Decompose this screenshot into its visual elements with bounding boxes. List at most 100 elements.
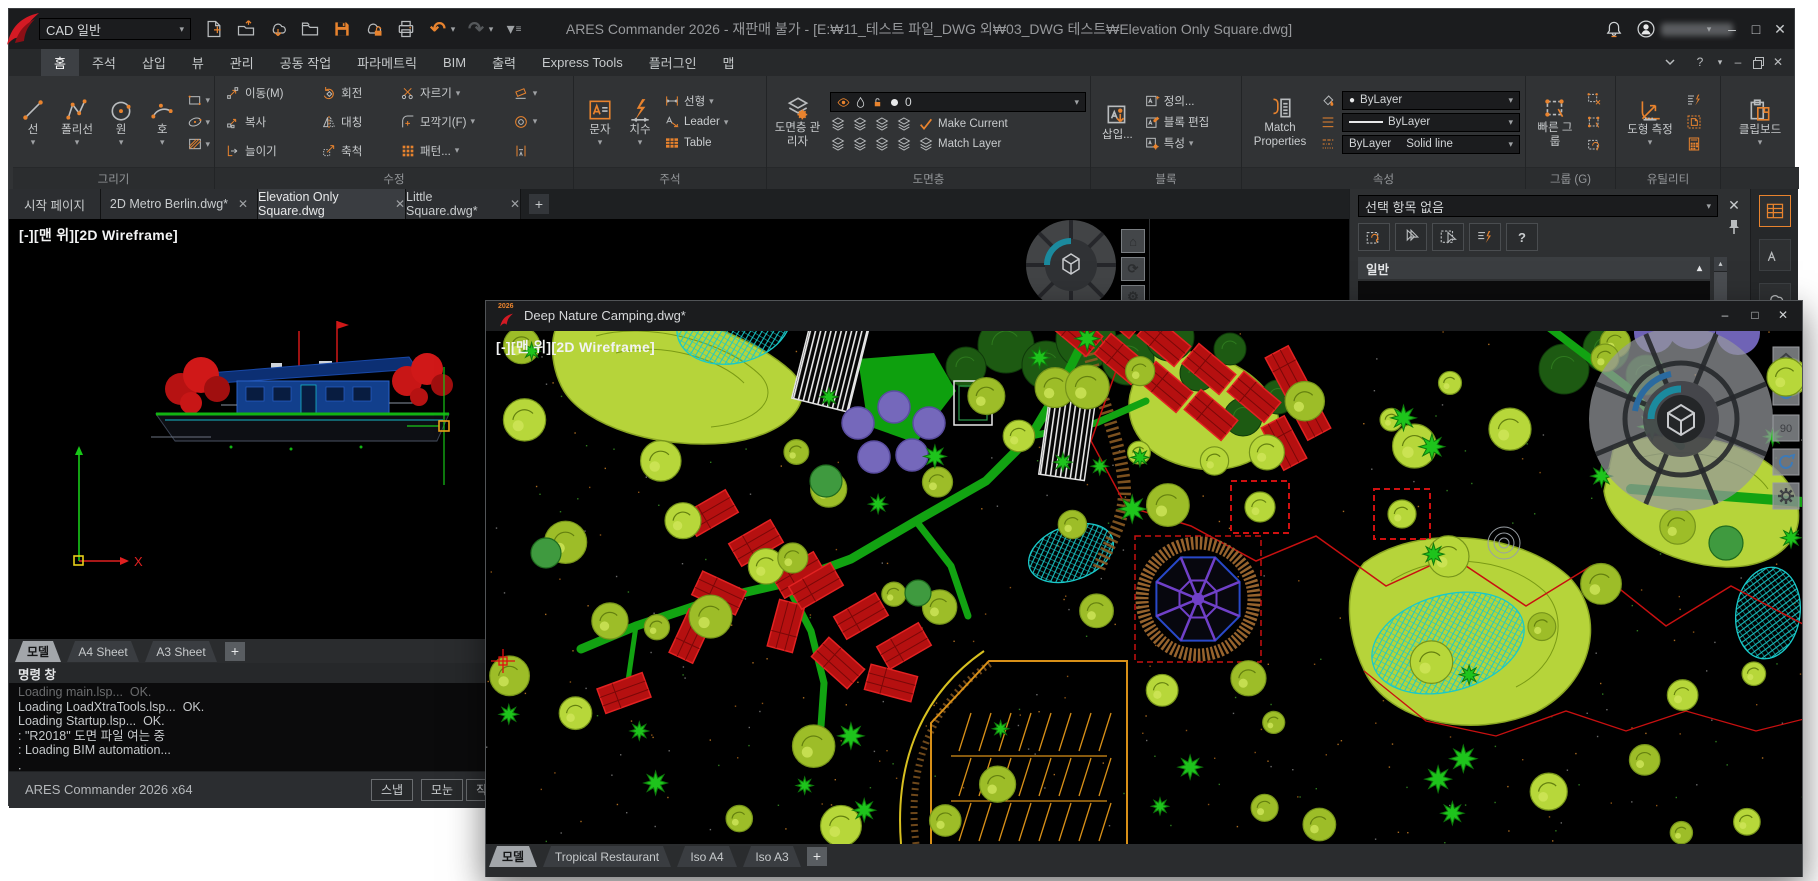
canvas-home-button[interactable]: ⌂ <box>1121 229 1145 253</box>
select-cycle-button[interactable] <box>1358 223 1390 251</box>
doc-tab-4[interactable]: Little Square.dwg*✕ <box>406 189 521 219</box>
panel-pin-button[interactable] <box>1727 219 1741 240</box>
paint-bucket-icon[interactable] <box>1320 92 1336 108</box>
doc-tab-close-icon[interactable]: ✕ <box>395 197 405 211</box>
ribbon-tab-홈[interactable]: 홈 <box>41 49 79 76</box>
panel-close-button[interactable]: ✕ <box>1726 197 1742 214</box>
mdi-close-button[interactable]: ✕ <box>1769 53 1787 71</box>
layer-selector[interactable]: 0 ▾ <box>830 92 1086 112</box>
polyline-tool[interactable]: 폴리선▾ <box>58 95 96 149</box>
ribbon-tab-파라메트릭[interactable]: 파라메트릭 <box>344 49 430 76</box>
rotate-tool[interactable]: 회전 <box>321 85 388 101</box>
doc-tab-2[interactable]: 2D Metro Berlin.dwg*✕ <box>101 189 258 219</box>
layer-manager-button[interactable]: 도면층 관리자 <box>771 93 824 150</box>
sheet-tab-A4-Sheet[interactable]: A4 Sheet <box>67 641 139 662</box>
ribbon-tab-주석[interactable]: 주석 <box>79 49 129 76</box>
quick-calc-icon[interactable] <box>1686 92 1702 108</box>
edit-group-icon[interactable] <box>1586 114 1602 130</box>
float-viewport-label[interactable]: [-][맨 위][2D Wireframe] <box>496 337 655 357</box>
select-page-icon[interactable] <box>1686 114 1702 130</box>
arc-tool[interactable]: 호▾ <box>146 95 178 149</box>
layer-on-icon[interactable] <box>830 136 846 152</box>
selection-filter-combo[interactable]: 선택 항목 없음▾ <box>1358 195 1718 217</box>
layer-thaw-icon[interactable] <box>874 136 890 152</box>
status-toggle-1[interactable]: 스냅 <box>371 779 413 801</box>
quick-select-button[interactable] <box>1469 223 1501 251</box>
sheet-tab-모델[interactable]: 모델 <box>15 641 61 662</box>
spacing-tool[interactable] <box>513 143 563 159</box>
layer-hide-icon[interactable] <box>852 116 868 132</box>
trim-tool[interactable]: 자르기▾ <box>400 85 501 101</box>
new-file-button[interactable] <box>201 16 227 42</box>
doc-tab-1[interactable]: 시작 페이지 <box>9 189 101 219</box>
block-attributes-button[interactable]: 특성▾ <box>1144 135 1210 151</box>
floating-drawing-window[interactable]: 2026 Deep Nature Camping.dwg* – □ ✕ 90 [… <box>485 300 1803 877</box>
ribbon-help-caret[interactable]: ▾ <box>1711 53 1729 71</box>
floating-titlebar[interactable]: 2026 Deep Nature Camping.dwg* – □ ✕ <box>486 301 1802 331</box>
ribbon-help-button[interactable]: ? <box>1691 53 1709 71</box>
dimension-tool[interactable]: 치수▾ <box>624 95 656 149</box>
copy-tool[interactable]: 복사 <box>225 114 309 130</box>
ribbon-tab-BIM[interactable]: BIM <box>430 49 479 76</box>
customize-toolbar-button[interactable]: ▾≡ <box>501 16 527 42</box>
mirror-tool[interactable]: 대칭 <box>321 114 388 130</box>
doc-tab-close-icon[interactable]: ✕ <box>510 197 520 211</box>
sheet-tab-모델[interactable]: 모델 <box>489 846 537 867</box>
account-caret[interactable]: ▾ <box>1702 16 1716 42</box>
doc-tab-close-icon[interactable]: ✕ <box>238 197 248 211</box>
sheet-tab-Iso-A4[interactable]: Iso A4 <box>677 846 737 867</box>
viewport-label[interactable]: [-][맨 위][2D Wireframe] <box>19 225 178 245</box>
float-close-button[interactable]: ✕ <box>1770 305 1796 325</box>
explode-tool[interactable]: ▾ <box>513 114 563 130</box>
undo-caret[interactable]: ▾ <box>447 16 459 42</box>
close-button[interactable]: ✕ <box>1769 16 1791 42</box>
layer-isolate-icon[interactable] <box>830 116 846 132</box>
panel-help-button[interactable]: ? <box>1506 223 1538 251</box>
color-selector[interactable]: ●ByLayer▾ <box>1342 91 1520 110</box>
ribbon-tab-출력[interactable]: 출력 <box>479 49 529 76</box>
open-file-button[interactable] <box>233 16 259 42</box>
new-doc-tab-button[interactable]: + <box>529 194 549 214</box>
print-button[interactable] <box>393 16 419 42</box>
select-window-button[interactable] <box>1432 223 1464 251</box>
sheet-tab-Iso-A3[interactable]: Iso A3 <box>743 846 801 867</box>
move-tool[interactable]: 이동(M) <box>225 85 309 101</box>
canvas-orbit-button[interactable]: ⟳ <box>1121 257 1145 281</box>
rectangle-tool[interactable]: ▾ <box>187 92 210 108</box>
panel-section-general[interactable]: 일반 ▴ <box>1358 257 1710 279</box>
layer-freeze2-icon[interactable] <box>874 116 890 132</box>
measure-button[interactable]: 도형 측정▾ <box>1620 95 1680 149</box>
line-tool[interactable]: 선▾ <box>17 95 49 149</box>
ellipse-tool[interactable]: ▾ <box>187 114 210 130</box>
float-maximize-button[interactable]: □ <box>1742 305 1768 325</box>
stretch-tool[interactable]: 늘이기 <box>225 143 309 159</box>
cloud-lock-button[interactable] <box>361 16 387 42</box>
notifications-button[interactable] <box>1601 16 1627 42</box>
cloud-download-button[interactable] <box>265 16 291 42</box>
match-layer-button[interactable]: Match Layer <box>918 136 1001 152</box>
palette-tab-annotation[interactable] <box>1759 239 1791 271</box>
insert-block-button[interactable]: 삽입... <box>1099 100 1136 144</box>
save-button[interactable] <box>329 16 355 42</box>
status-toggle-2[interactable]: 모눈 <box>421 779 463 801</box>
mdi-minimize-button[interactable]: – <box>1729 53 1747 71</box>
float-minimize-button[interactable]: – <box>1712 305 1738 325</box>
scale-tool[interactable]: 축척 <box>321 143 388 159</box>
clipboard-button[interactable]: 클립보드▾ <box>1736 95 1784 149</box>
ribbon-collapse-button[interactable] <box>1661 53 1679 71</box>
erase-tool[interactable]: ▾ <box>513 85 563 101</box>
layer-lock2-icon[interactable] <box>896 116 912 132</box>
account-button[interactable] <box>1633 16 1659 42</box>
ungroup-icon[interactable] <box>1586 91 1602 107</box>
sheet-tab-Tropical-Restaurant[interactable]: Tropical Restaurant <box>543 846 671 867</box>
linear-dim-tool[interactable]: 선형▾ <box>664 93 728 109</box>
fillet-tool[interactable]: 모깍기(F)▾ <box>400 114 501 130</box>
match-properties-button[interactable]: Match Properties <box>1246 93 1314 150</box>
edit-block-button[interactable]: 블록 편집 <box>1144 114 1210 130</box>
ribbon-tab-맵[interactable]: 맵 <box>710 49 748 76</box>
hatch-tool[interactable]: ▾ <box>187 136 210 152</box>
text-tool[interactable]: 문자▾ <box>584 95 616 149</box>
make-current-button[interactable]: Make Current <box>918 116 1008 132</box>
ribbon-tab-뷰[interactable]: 뷰 <box>179 49 217 76</box>
linetype-selector[interactable]: ByLayerSolid line▾ <box>1342 135 1520 154</box>
